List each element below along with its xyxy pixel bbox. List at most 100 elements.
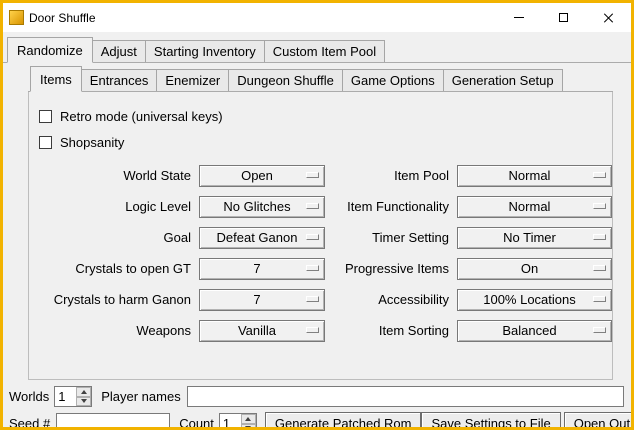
world-state-value: Open <box>241 168 273 183</box>
worlds-spinner-down[interactable] <box>76 397 91 407</box>
worlds-row: Worlds 1 Player names <box>9 384 625 409</box>
settings-grid: World State Open Item Pool Normal Logic … <box>29 160 612 346</box>
count-spinner-up[interactable] <box>241 414 256 424</box>
timer-setting-label: Timer Setting <box>331 230 449 245</box>
inner-tab-bar: Items Entrances Enemizer Dungeon Shuffle… <box>28 66 613 92</box>
item-pool-label: Item Pool <box>331 168 449 183</box>
maximize-button[interactable] <box>541 3 586 32</box>
shopsanity-label: Shopsanity <box>60 135 124 150</box>
form-row: Crystals to open GT 7 Progressive Items … <box>29 253 612 284</box>
player-names-input[interactable] <box>187 386 624 407</box>
count-value: 1 <box>220 414 241 427</box>
bottom-bar: Worlds 1 Player names Seed # Count 1 <box>3 380 631 427</box>
crystals-ganon-label: Crystals to harm Ganon <box>29 292 191 307</box>
world-state-dropdown[interactable]: Open <box>199 165 325 187</box>
worlds-spinner-up[interactable] <box>76 387 91 397</box>
item-functionality-dropdown[interactable]: Normal <box>457 196 612 218</box>
seed-input[interactable] <box>56 413 170 427</box>
tab-custom-item-pool[interactable]: Custom Item Pool <box>264 40 385 62</box>
item-pool-dropdown[interactable]: Normal <box>457 165 612 187</box>
window: Door Shuffle Randomize Adjust Starting I… <box>0 0 634 430</box>
crystals-gt-dropdown[interactable]: 7 <box>199 258 325 280</box>
arrow-down-icon <box>245 426 251 427</box>
arrow-up-icon <box>81 390 87 394</box>
generate-patched-rom-button[interactable]: Generate Patched Rom <box>265 412 422 428</box>
tab-entrances[interactable]: Entrances <box>81 69 158 91</box>
tab-generation-setup[interactable]: Generation Setup <box>443 69 563 91</box>
accessibility-value: 100% Locations <box>483 292 576 307</box>
goal-value: Defeat Ganon <box>217 230 298 245</box>
accessibility-label: Accessibility <box>331 292 449 307</box>
logic-level-dropdown[interactable]: No Glitches <box>199 196 325 218</box>
dropdown-indicator-icon <box>593 265 606 271</box>
form-row: Crystals to harm Ganon 7 Accessibility 1… <box>29 284 612 315</box>
weapons-value: Vanilla <box>238 323 276 338</box>
count-spinner-down[interactable] <box>241 424 256 428</box>
close-icon <box>603 12 614 23</box>
weapons-dropdown[interactable]: Vanilla <box>199 320 325 342</box>
accessibility-dropdown[interactable]: 100% Locations <box>457 289 612 311</box>
dropdown-indicator-icon <box>306 296 319 302</box>
shopsanity-checkbox[interactable]: Shopsanity <box>39 132 612 152</box>
window-title: Door Shuffle <box>29 11 96 25</box>
form-row: Weapons Vanilla Item Sorting Balanced <box>29 315 612 346</box>
form-row: Logic Level No Glitches Item Functionali… <box>29 191 612 222</box>
save-settings-button[interactable]: Save Settings to File <box>421 412 560 428</box>
dropdown-indicator-icon <box>593 203 606 209</box>
item-pool-value: Normal <box>509 168 551 183</box>
checkbox-icon <box>39 110 52 123</box>
window-controls <box>496 3 631 32</box>
dropdown-indicator-icon <box>593 296 606 302</box>
timer-setting-value: No Timer <box>503 230 556 245</box>
randomize-page: Items Entrances Enemizer Dungeon Shuffle… <box>28 66 613 380</box>
item-sorting-dropdown[interactable]: Balanced <box>457 320 612 342</box>
form-row: Goal Defeat Ganon Timer Setting No Timer <box>29 222 612 253</box>
dropdown-indicator-icon <box>306 172 319 178</box>
client-area: Randomize Adjust Starting Inventory Cust… <box>3 32 631 427</box>
dropdown-indicator-icon <box>593 172 606 178</box>
worlds-label: Worlds <box>9 389 49 404</box>
crystals-gt-value: 7 <box>253 261 260 276</box>
dropdown-indicator-icon <box>306 203 319 209</box>
minimize-icon <box>514 17 524 18</box>
retro-mode-label: Retro mode (universal keys) <box>60 109 223 124</box>
tab-game-options[interactable]: Game Options <box>342 69 444 91</box>
tab-dungeon-shuffle[interactable]: Dungeon Shuffle <box>228 69 343 91</box>
open-output-directory-button[interactable]: Open Output Directory <box>564 412 631 428</box>
goal-dropdown[interactable]: Defeat Ganon <box>199 227 325 249</box>
weapons-label: Weapons <box>29 323 191 338</box>
crystals-ganon-dropdown[interactable]: 7 <box>199 289 325 311</box>
count-label: Count <box>179 416 214 427</box>
count-spinner[interactable]: 1 <box>219 413 257 427</box>
titlebar: Door Shuffle <box>3 3 631 32</box>
arrow-up-icon <box>245 417 251 421</box>
items-pane: Retro mode (universal keys) Shopsanity W… <box>28 92 613 380</box>
retro-mode-checkbox[interactable]: Retro mode (universal keys) <box>39 106 612 126</box>
checkbox-icon <box>39 136 52 149</box>
minimize-button[interactable] <box>496 3 541 32</box>
item-sorting-label: Item Sorting <box>331 323 449 338</box>
tab-items[interactable]: Items <box>30 66 82 92</box>
logic-level-value: No Glitches <box>223 199 290 214</box>
player-names-label: Player names <box>101 389 180 404</box>
outer-tab-bar: Randomize Adjust Starting Inventory Cust… <box>3 32 631 63</box>
logic-level-label: Logic Level <box>29 199 191 214</box>
crystals-ganon-value: 7 <box>253 292 260 307</box>
worlds-spinner[interactable]: 1 <box>54 386 92 407</box>
progressive-items-value: On <box>521 261 538 276</box>
crystals-gt-label: Crystals to open GT <box>29 261 191 276</box>
timer-setting-dropdown[interactable]: No Timer <box>457 227 612 249</box>
maximize-icon <box>559 13 568 22</box>
item-functionality-value: Normal <box>509 199 551 214</box>
app-icon <box>9 10 24 25</box>
tab-adjust[interactable]: Adjust <box>92 40 146 62</box>
progressive-items-label: Progressive Items <box>331 261 449 276</box>
world-state-label: World State <box>29 168 191 183</box>
seed-label: Seed # <box>9 416 50 427</box>
tab-starting-inventory[interactable]: Starting Inventory <box>145 40 265 62</box>
progressive-items-dropdown[interactable]: On <box>457 258 612 280</box>
tab-enemizer[interactable]: Enemizer <box>156 69 229 91</box>
close-button[interactable] <box>586 3 631 32</box>
tab-randomize[interactable]: Randomize <box>7 37 93 63</box>
worlds-value: 1 <box>55 387 76 406</box>
